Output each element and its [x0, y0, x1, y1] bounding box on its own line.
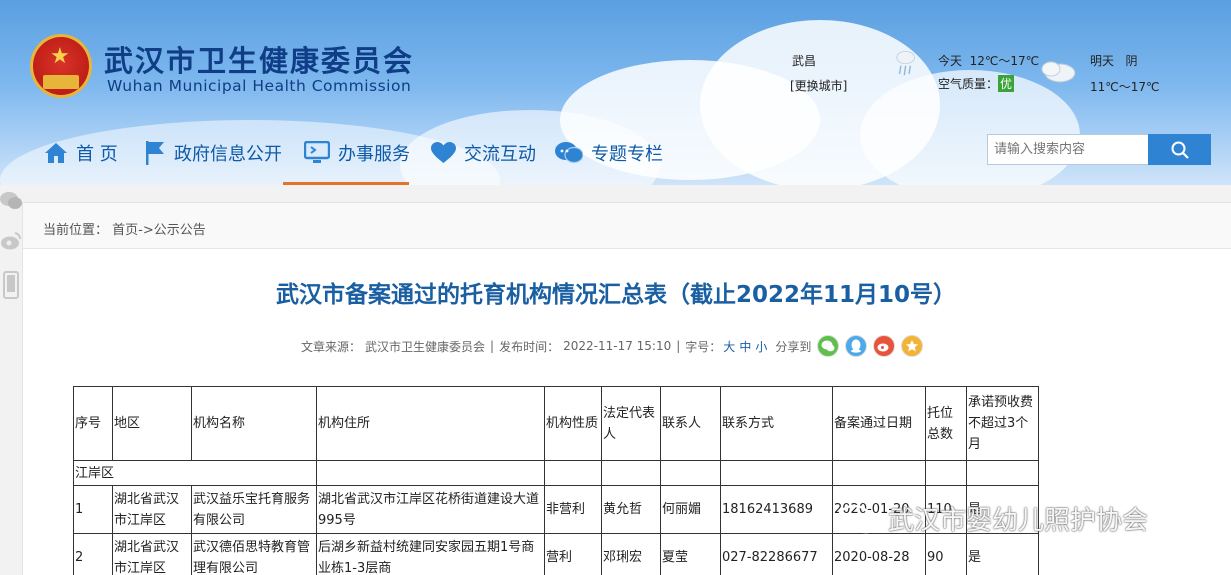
cloudy-icon: [1041, 61, 1076, 83]
header-cell: 联系人: [660, 386, 721, 461]
mobile-side-icon[interactable]: [0, 270, 22, 300]
rain-cloud-icon: [896, 51, 915, 76]
childcare-institutions-table: 序号 地区 机构名称 机构住所 机构性质 法定代表人 联系人 联系方式 备案通过…: [73, 386, 1039, 575]
table-cell: 湖北省武汉市江岸区: [112, 485, 192, 534]
aqi-badge: 优: [998, 75, 1015, 92]
table-cell: 夏莹: [660, 533, 721, 575]
national-emblem-logo[interactable]: ★: [30, 34, 92, 98]
table-cell: 湖北省武汉市江岸区花桥街道建设大道995号: [316, 485, 545, 534]
tomorrow-temp: 11℃～17℃: [1090, 80, 1160, 94]
nav-interaction[interactable]: 交流互动: [431, 138, 536, 168]
header-cell: 机构性质: [544, 386, 602, 461]
change-city-link[interactable]: [更换城市]: [790, 77, 847, 94]
table-cell: 90: [925, 533, 967, 575]
search-icon: [1171, 141, 1189, 159]
table-header-row: 序号 地区 机构名称 机构住所 机构性质 法定代表人 联系人 联系方式 备案通过…: [73, 386, 1039, 461]
header-cell: 法定代表人: [601, 386, 661, 461]
table-section-row: 江岸区: [73, 460, 1039, 486]
nav-active-indicator: [283, 182, 409, 185]
nav-topics[interactable]: 专题专栏: [555, 138, 663, 168]
font-medium-button[interactable]: 中: [739, 338, 751, 355]
section-cell: 江岸区: [73, 460, 317, 486]
today-temp: 12℃～17℃: [969, 54, 1040, 68]
header-cell: 机构住所: [316, 386, 545, 461]
table-cell: 湖北省武汉市江岸区: [112, 533, 192, 575]
nav-topics-label: 专题专栏: [591, 144, 663, 165]
wechat-watermark: 武汉市婴幼儿照护协会: [836, 500, 1148, 537]
article-meta: 文章来源： 武汉市卫生健康委员会 | 发布时间： 2022-11-17 15:1…: [301, 335, 924, 357]
qq-share-icon[interactable]: [845, 335, 868, 357]
wechat-side-icon[interactable]: [0, 188, 22, 214]
table-cell: 非营利: [544, 485, 602, 534]
table-cell: 营利: [544, 533, 602, 575]
source-value: 武汉市卫生健康委员会: [365, 339, 486, 354]
weather-city: 武昌: [792, 54, 817, 68]
search-input[interactable]: [987, 134, 1149, 165]
today-label: 今天: [938, 54, 963, 68]
site-title[interactable]: 武汉市卫生健康委员会: [104, 38, 414, 80]
site-subtitle: Wuhan Municipal Health Commission: [107, 77, 412, 95]
nav-gov-info-label: 政府信息公开: [174, 144, 282, 165]
table-row: 2 湖北省武汉市江岸区 武汉德佰思特教育管理有限公司 后湖乡新益村统建同安家园五…: [73, 533, 1039, 575]
weibo-side-icon[interactable]: [0, 228, 22, 254]
nav-interaction-label: 交流互动: [464, 144, 536, 165]
nav-services-label: 办事服务: [338, 144, 410, 165]
table-cell: 027-82286677: [720, 533, 833, 575]
table-cell: 黄允哲: [601, 485, 661, 534]
aqi-label: 空气质量：: [938, 77, 999, 91]
tomorrow-condition: 阴: [1125, 54, 1138, 68]
date-label: 发布时间：: [499, 339, 560, 354]
air-quality: 空气质量：优: [938, 75, 1015, 92]
table-cell: 武汉益乐宝托育服务有限公司: [191, 485, 317, 534]
font-small-button[interactable]: 小: [755, 338, 767, 355]
wechat-share-icon[interactable]: [817, 335, 840, 357]
weather-tomorrow: 明天 阴: [1090, 52, 1137, 69]
tomorrow-label: 明天: [1090, 54, 1115, 68]
heart-icon: [431, 142, 456, 163]
share-label: 分享到: [775, 339, 812, 354]
table-cell: 1: [73, 485, 113, 534]
article-title: 武汉市备案通过的托育机构情况汇总表（截止2022年11月10号）: [275, 282, 957, 308]
home-icon: [45, 143, 67, 163]
nav-services[interactable]: 办事服务: [304, 138, 410, 168]
header-cell: 备案通过日期: [832, 386, 926, 461]
favorite-star-icon[interactable]: [901, 335, 924, 357]
site-header: ★ 武汉市卫生健康委员会 Wuhan Municipal Health Comm…: [0, 0, 1231, 185]
header-cell: 地区: [112, 386, 192, 461]
header-cell: 序号: [73, 386, 113, 461]
table-cell: 18162413689: [720, 485, 833, 534]
header-cell: 联系方式: [720, 386, 833, 461]
table-cell: 何丽媚: [660, 485, 721, 534]
wechat-watermark-icon: [837, 504, 880, 533]
header-cell: 机构名称: [191, 386, 317, 461]
header-cell: 托位总数: [925, 386, 967, 461]
breadcrumb-path[interactable]: 首页->公示公告: [112, 223, 206, 238]
source-label: 文章来源：: [301, 339, 362, 354]
header-cell: 承诺预收费不超过3个月: [966, 386, 1039, 461]
font-size-label: 字号：: [685, 339, 722, 354]
font-large-button[interactable]: 大: [723, 338, 735, 355]
table-cell: 2: [73, 533, 113, 575]
flag-icon: [146, 141, 164, 165]
weather-today: 今天 12℃～17℃: [938, 52, 1039, 69]
table-cell: 邓琍宏: [601, 533, 661, 575]
breadcrumb-label: 当前位置：: [43, 223, 109, 238]
chat-icon: [555, 142, 583, 164]
nav-gov-info[interactable]: 政府信息公开: [144, 138, 282, 168]
table-cell: 是: [966, 533, 1039, 575]
monitor-icon: [304, 141, 330, 163]
publish-date: 2022-11-17 15:10: [563, 339, 672, 353]
breadcrumb: 当前位置： 首页->公示公告: [23, 203, 1231, 249]
weibo-share-icon[interactable]: [873, 335, 896, 357]
nav-home[interactable]: 首 页: [44, 138, 118, 168]
watermark-text: 武汉市婴幼儿照护协会: [888, 506, 1149, 536]
table-cell: 后湖乡新益村统建同安家园五期1号商业栋1-3层商: [316, 533, 545, 575]
search-button[interactable]: [1148, 134, 1211, 165]
nav-home-label: 首 页: [76, 144, 118, 165]
table-cell: 武汉德佰思特教育管理有限公司: [191, 533, 317, 575]
table-cell: 2020-08-28: [832, 533, 926, 575]
